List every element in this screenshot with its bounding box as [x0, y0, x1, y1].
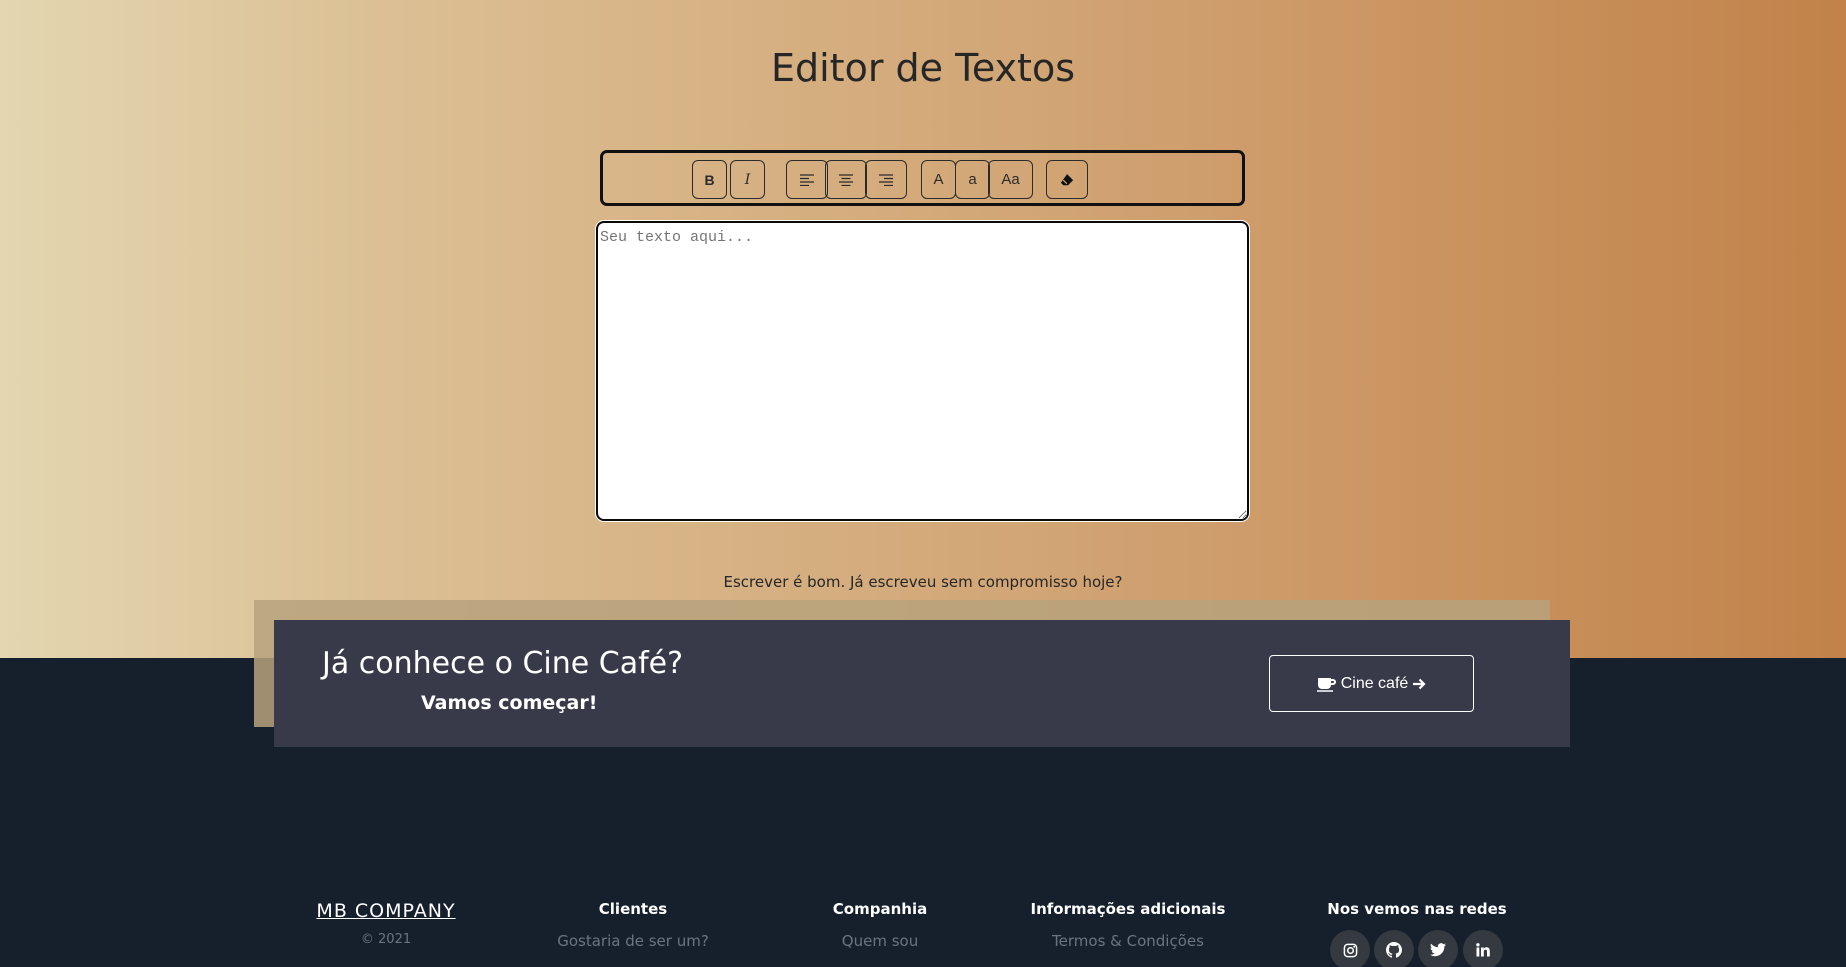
- footer-heading: Clientes: [598, 900, 668, 918]
- footer-column-social: Nos vemos nas redes: [1297, 900, 1537, 918]
- promo-title: Já conhece o Cine Café?: [322, 646, 684, 681]
- cine-cafe-button[interactable]: Cine café: [1269, 655, 1474, 712]
- footer-brand[interactable]: MB COMPANY: [300, 900, 472, 922]
- promo-subtitle: Vamos começar!: [421, 692, 598, 714]
- clear-format-button[interactable]: [1046, 160, 1088, 199]
- page-title: Editor de Textos: [770, 46, 1076, 90]
- footer-column-companhia: Companhia Quem sou: [780, 900, 980, 950]
- formatting-toolbar: B I A a Aa: [600, 150, 1245, 206]
- linkedin-icon: [1476, 943, 1490, 957]
- coffee-icon: [1316, 677, 1336, 692]
- uppercase-button[interactable]: A: [921, 160, 956, 199]
- promo-banner: Já conhece o Cine Café? Vamos começar! C…: [274, 620, 1570, 747]
- footer-link[interactable]: Termos & Condições: [1008, 932, 1248, 950]
- footer-heading: Nos vemos nas redes: [1327, 900, 1507, 918]
- text-editor-area[interactable]: [596, 221, 1249, 521]
- footer-link[interactable]: Gostaria de ser um?: [533, 932, 733, 950]
- github-icon: [1386, 942, 1402, 958]
- footer-column-info: Informações adicionais Termos & Condiçõe…: [1008, 900, 1248, 950]
- align-center-button[interactable]: [825, 160, 867, 199]
- footer-column-clientes: Clientes Gostaria de ser um?: [533, 900, 733, 950]
- lowercase-button[interactable]: a: [955, 160, 990, 199]
- twitter-icon: [1430, 943, 1446, 957]
- github-link[interactable]: [1374, 930, 1414, 967]
- tagline-text: Escrever é bom. Já escreveu sem compromi…: [723, 573, 1123, 591]
- align-left-button[interactable]: [786, 160, 828, 199]
- linkedin-link[interactable]: [1463, 930, 1503, 967]
- cine-cafe-label: Cine café: [1340, 674, 1409, 692]
- footer-copyright: © 2021: [360, 932, 412, 947]
- arrow-right-icon: [1413, 678, 1426, 689]
- italic-button[interactable]: I: [730, 160, 765, 199]
- twitter-link[interactable]: [1418, 930, 1458, 967]
- align-right-button[interactable]: [865, 160, 907, 199]
- footer-heading: Informações adicionais: [1030, 900, 1226, 918]
- align-center-icon: [839, 173, 853, 186]
- instagram-link[interactable]: [1330, 930, 1370, 967]
- instagram-icon: [1343, 943, 1357, 957]
- footer-heading: Companhia: [832, 900, 928, 918]
- capitalize-button[interactable]: Aa: [988, 160, 1033, 199]
- footer-link[interactable]: Quem sou: [780, 932, 980, 950]
- align-left-icon: [800, 173, 814, 186]
- eraser-icon: [1060, 173, 1074, 185]
- align-right-icon: [879, 173, 893, 186]
- bold-button[interactable]: B: [692, 160, 727, 199]
